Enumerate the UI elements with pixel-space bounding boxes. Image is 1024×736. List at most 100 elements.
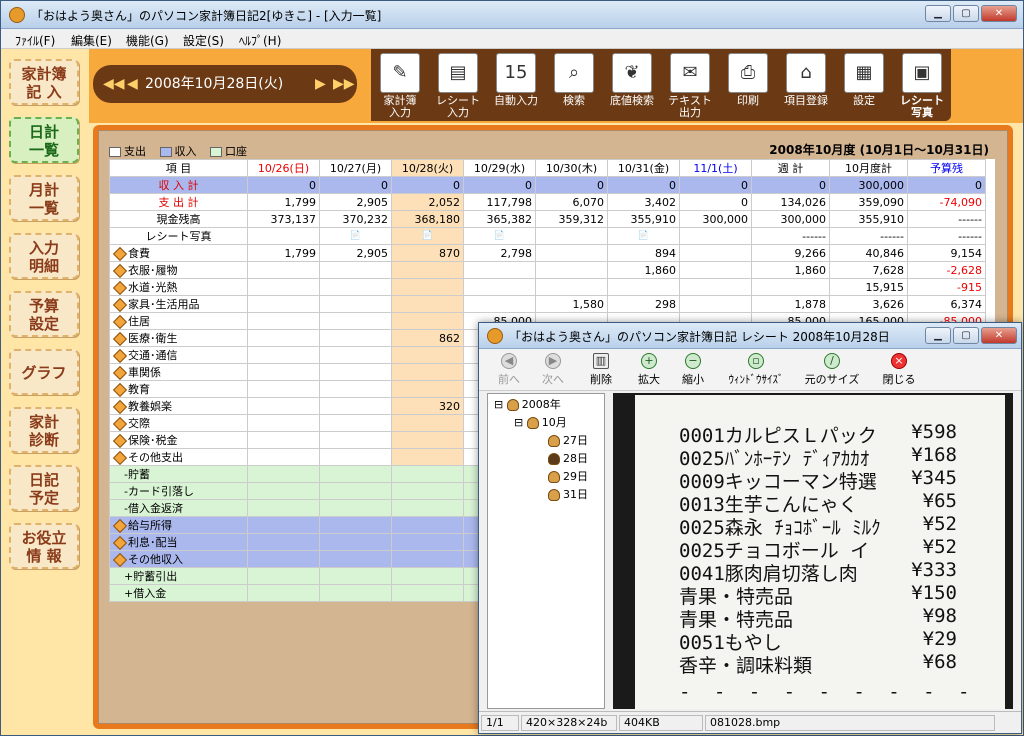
close-receipt-button[interactable]: × 閉じる (879, 353, 919, 389)
sidebar-item-graph[interactable]: グラフ (9, 349, 79, 395)
cell[interactable] (247, 397, 320, 415)
cell[interactable]: 298 (607, 295, 680, 313)
menu-help[interactable]: ﾍﾙﾌﾟ(H) (239, 32, 281, 49)
cell[interactable] (319, 533, 392, 551)
search-button[interactable]: ⌕ 検索 (545, 49, 603, 121)
cell[interactable] (391, 363, 464, 381)
cell[interactable] (391, 567, 464, 585)
table-row[interactable]: 支 出 計 1,799 2,905 2,052 117,798 6,070 3,402 0 13… (109, 193, 986, 211)
cell[interactable]: 1,860 (751, 261, 830, 279)
cell[interactable] (247, 312, 320, 330)
sidebar-item-details[interactable]: 入力 明細 (9, 233, 79, 279)
cell[interactable] (391, 295, 464, 313)
cell[interactable] (391, 346, 464, 364)
table-row[interactable]: レシート写真 📄 📄 📄 📄 ------ ------ ------ (109, 227, 986, 245)
text-export-button[interactable]: ✉ テキスト 出力 (661, 49, 719, 121)
cell[interactable]: 862 (391, 329, 464, 347)
cell[interactable] (679, 261, 752, 279)
cell[interactable]: 2,052 (391, 193, 464, 211)
cell[interactable] (247, 346, 320, 364)
next-button[interactable]: ▶ 次へ (535, 353, 571, 389)
cell[interactable] (319, 397, 392, 415)
cell[interactable]: 15,915 (829, 278, 908, 296)
next-day-button[interactable]: ▶ (315, 65, 326, 103)
settings-button[interactable]: ▦ 設定 (835, 49, 893, 121)
cell[interactable] (319, 346, 392, 364)
cell[interactable]: 0 (679, 176, 752, 194)
cell[interactable]: 40,846 (829, 244, 908, 262)
cell[interactable] (319, 278, 392, 296)
cell[interactable] (319, 516, 392, 534)
cell[interactable] (391, 550, 464, 568)
table-row[interactable]: 現金残高 373,137 370,232 368,180 365,382 359,312 3… (109, 210, 986, 228)
receipt-maximize-button[interactable]: ▢ (953, 327, 979, 344)
menu-settings[interactable]: 設定(S) (183, 32, 224, 49)
title-bar[interactable]: 「おはよう奥さん」のパソコン家計簿日記2[ゆきこ] - [入力一覧] ▁ ▢ ✕ (1, 1, 1023, 29)
sidebar-item-daily[interactable]: 日計 一覧 (9, 117, 79, 163)
sidebar-item-info[interactable]: お役立 情 報 (9, 523, 79, 569)
cell[interactable]: -2,628 (907, 261, 986, 279)
receipt-entry-button[interactable]: ▤ レシート 入力 (429, 49, 487, 121)
cell[interactable] (319, 414, 392, 432)
cell[interactable] (247, 567, 320, 585)
table-row[interactable]: 収 入 計 0 0 0 0 0 0 0 0 300,000 0 (109, 176, 986, 194)
cell[interactable] (391, 261, 464, 279)
cell[interactable]: 1,799 (247, 193, 320, 211)
cell[interactable] (247, 516, 320, 534)
cell[interactable]: 365,382 (463, 210, 536, 228)
cell[interactable]: 355,910 (607, 210, 680, 228)
cell[interactable]: 9,154 (907, 244, 986, 262)
cell[interactable] (535, 244, 608, 262)
tree-day-31[interactable]: 31日 (548, 486, 588, 504)
receipt-photo-button[interactable]: ▣ レシート 写真 (893, 49, 951, 121)
cell[interactable]: 6,374 (907, 295, 986, 313)
cell[interactable] (247, 261, 320, 279)
cell[interactable]: -915 (907, 278, 986, 296)
cell[interactable]: 6,070 (535, 193, 608, 211)
cell[interactable] (247, 550, 320, 568)
prev-button[interactable]: ◀ 前へ (491, 353, 527, 389)
menu-edit[interactable]: 編集(E) (71, 32, 112, 49)
cell[interactable]: 355,910 (829, 210, 908, 228)
print-button[interactable]: ⎙ 印刷 (719, 49, 777, 121)
cell[interactable] (247, 584, 320, 602)
minimize-button[interactable]: ▁ (925, 5, 951, 22)
cell[interactable]: 370,232 (319, 210, 392, 228)
cell[interactable]: 📄 (607, 227, 680, 245)
cell[interactable] (679, 278, 752, 296)
cell[interactable]: ------ (751, 227, 830, 245)
cell[interactable]: 📄 (463, 227, 536, 245)
cell[interactable]: 1,860 (607, 261, 680, 279)
cell[interactable]: 134,026 (751, 193, 830, 211)
cell[interactable] (247, 363, 320, 381)
cell[interactable] (247, 448, 320, 466)
window-size-button[interactable]: ▫ ｳｨﾝﾄﾞｳｻｲｽﾞ (721, 353, 791, 389)
cell[interactable] (391, 431, 464, 449)
cell[interactable] (463, 295, 536, 313)
item-register-button[interactable]: ⌂ 項目登録 (777, 49, 835, 121)
cell[interactable]: 9,266 (751, 244, 830, 262)
cell[interactable]: 0 (751, 176, 830, 194)
cell[interactable]: 📄 (391, 227, 464, 245)
cell[interactable] (247, 414, 320, 432)
cell[interactable] (391, 278, 464, 296)
close-button[interactable]: ✕ (981, 5, 1017, 22)
tree-month[interactable]: ⊟ 10月 (514, 414, 567, 432)
cell[interactable]: 0 (463, 176, 536, 194)
cell[interactable]: 1,580 (535, 295, 608, 313)
cell[interactable] (247, 295, 320, 313)
cell[interactable]: ------ (907, 227, 986, 245)
cell[interactable] (247, 329, 320, 347)
sidebar-item-diagnosis[interactable]: 家計 診断 (9, 407, 79, 453)
sidebar-item-diary[interactable]: 日記 予定 (9, 465, 79, 511)
menu-function[interactable]: 機能(G) (126, 32, 169, 49)
cell[interactable] (247, 278, 320, 296)
cell[interactable]: 📄 (319, 227, 392, 245)
cell[interactable] (391, 465, 464, 483)
cell[interactable]: 0 (391, 176, 464, 194)
cell[interactable] (319, 482, 392, 500)
table-row[interactable]: 食費 1,799 2,905 870 2,798 894 9,266 40,846 9,154 (109, 244, 986, 262)
cell[interactable] (319, 567, 392, 585)
cell[interactable]: ------ (907, 210, 986, 228)
cell[interactable]: 368,180 (391, 210, 464, 228)
